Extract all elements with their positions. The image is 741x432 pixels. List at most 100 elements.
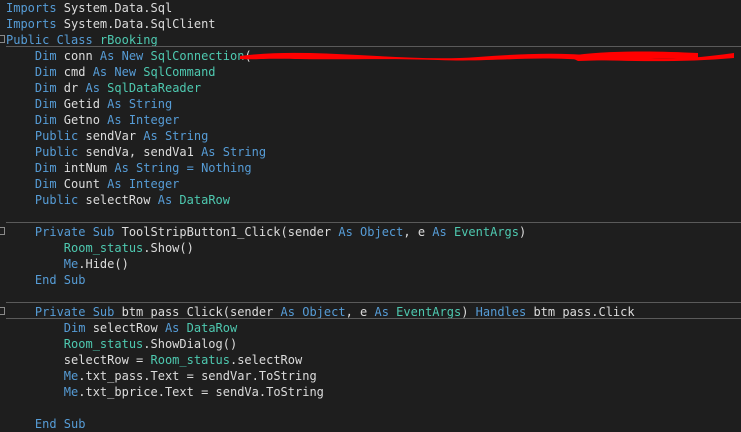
text-token: System.Data.SqlClient	[56, 17, 216, 31]
code-line[interactable]: Me.txt_pass.Text = sendVar.ToString	[0, 368, 741, 384]
code-line[interactable]	[0, 400, 741, 416]
code-line[interactable]: Room_status.ShowDialog()	[0, 336, 741, 352]
type-token: SqlCommand	[143, 65, 216, 79]
keyword-token: As	[374, 305, 397, 319]
keyword-token: Dim	[6, 97, 64, 111]
code-text: Dim selectRow As DataRow	[6, 320, 237, 336]
keyword-token: End Sub	[6, 417, 86, 431]
code-editor[interactable]: Imports System.Data.Sql Imports System.Da…	[0, 0, 741, 431]
fold-bracket-icon[interactable]	[0, 227, 5, 235]
keyword-token: Public	[6, 145, 86, 159]
fold-bracket-icon[interactable]	[0, 307, 5, 315]
code-line[interactable]: Public selectRow As DataRow	[0, 192, 741, 208]
code-text: Imports System.Data.SqlClient	[6, 16, 216, 32]
text-token: dr	[63, 81, 86, 95]
keyword-token: Public	[6, 193, 86, 207]
text-token: .Hide()	[78, 257, 129, 271]
text-token: Getno	[63, 113, 108, 127]
type-token: Room_status	[63, 241, 144, 255]
method-separator	[6, 46, 741, 47]
code-line[interactable]: Dim intNum As String = Nothing	[0, 160, 741, 176]
code-line[interactable]: Dim Getid As String	[0, 96, 741, 112]
text-token: (	[244, 49, 252, 63]
type-token: SqlConnection	[150, 49, 245, 63]
keyword-token: Me	[6, 385, 79, 399]
code-line[interactable]: Imports System.Data.SqlClient	[0, 16, 741, 32]
code-line[interactable]: Private Sub ToolStripButton1_Click(sende…	[0, 224, 741, 240]
code-line[interactable]: Dim dr As SqlDataReader	[0, 80, 741, 96]
keyword-token: As String	[107, 97, 173, 111]
code-text: Dim dr As SqlDataReader	[6, 80, 201, 96]
type-token: EventArgs	[396, 305, 462, 319]
keyword-token: As	[85, 81, 108, 95]
code-line[interactable]: Public sendVa, sendVa1 As String	[0, 144, 741, 160]
code-text: Me.txt_pass.Text = sendVar.ToString	[6, 368, 317, 384]
keyword-token: Dim	[6, 113, 64, 127]
code-text: Public selectRow As DataRow	[6, 192, 230, 208]
code-line[interactable]: Imports System.Data.Sql	[0, 0, 741, 16]
code-text: Imports System.Data.Sql	[6, 0, 172, 16]
code-text: Dim Getid As String	[6, 96, 172, 112]
code-line[interactable]: Me.txt_bprice.Text = sendVa.ToString	[0, 384, 741, 400]
text-token: , e	[403, 225, 433, 239]
type-token: DataRow	[186, 321, 238, 335]
keyword-token: Me	[6, 369, 79, 383]
text-token: .selectRow	[229, 353, 303, 367]
code-text: Me.txt_bprice.Text = sendVa.ToString	[6, 384, 324, 400]
code-text: Public sendVar As String	[6, 128, 208, 144]
keyword-token: As Object	[280, 305, 346, 319]
keyword-token: Dim	[6, 177, 64, 191]
code-line[interactable]: Public sendVar As String	[0, 128, 741, 144]
keyword-token: As	[164, 321, 187, 335]
keyword-token: Dim	[6, 65, 64, 79]
code-line[interactable]: Dim cmd As New SqlCommand	[0, 64, 741, 80]
text-token: .txt_bprice.Text = sendVa.ToString	[78, 385, 324, 399]
keyword-token: Imports	[6, 1, 57, 15]
fold-bracket-icon[interactable]	[0, 35, 5, 43]
keyword-token: Dim	[6, 321, 93, 335]
text-token: )	[461, 305, 476, 319]
code-text: Me.Hide()	[6, 256, 129, 272]
code-text: Room_status.ShowDialog()	[6, 336, 237, 352]
text-token: , e	[345, 305, 375, 319]
keyword-token: Dim	[6, 49, 64, 63]
code-text: Dim conn As New SqlConnection(	[6, 48, 252, 64]
code-text: Dim cmd As New SqlCommand	[6, 64, 216, 80]
text-token: .Show()	[143, 241, 194, 255]
code-line[interactable]: Room_status.Show()	[0, 240, 741, 256]
code-text: Dim intNum As String = Nothing	[6, 160, 252, 176]
type-token: Room_status	[150, 353, 230, 367]
code-line[interactable]: Dim selectRow As DataRow	[0, 320, 741, 336]
text-token: .ShowDialog()	[143, 337, 238, 351]
code-line[interactable]: Dim Getno As Integer	[0, 112, 741, 128]
code-line[interactable]: Dim conn As New SqlConnection(	[0, 48, 741, 64]
text-token: .txt_pass.Text = sendVar.ToString	[78, 369, 317, 383]
keyword-token: As Integer	[107, 113, 180, 127]
code-line[interactable]: Me.Hide()	[0, 256, 741, 272]
text-token: )	[519, 225, 527, 239]
type-token: EventArgs	[453, 225, 519, 239]
method-separator	[6, 222, 741, 223]
keyword-token: Private Sub	[6, 225, 122, 239]
code-text: Public sendVa, sendVa1 As String	[6, 144, 266, 160]
text-token: intNum	[63, 161, 115, 175]
text-token: sendVar	[85, 129, 144, 143]
keyword-token: Imports	[6, 17, 57, 31]
text-token: System.Data.Sql	[56, 1, 173, 15]
code-line[interactable]: End Sub	[0, 416, 741, 432]
type-token: DataRow	[179, 193, 230, 207]
type-token: SqlDataReader	[107, 81, 202, 95]
keyword-token: As New	[92, 65, 144, 79]
code-line[interactable]: selectRow = Room_status.selectRow	[0, 352, 741, 368]
keyword-token: As	[157, 193, 180, 207]
code-text: Dim Count As Integer	[6, 176, 180, 192]
keyword-token: Me	[6, 257, 79, 271]
keyword-token: As String = Nothing	[114, 161, 252, 175]
code-line[interactable]: Dim Count As Integer	[0, 176, 741, 192]
keyword-token: As	[432, 225, 454, 239]
code-line[interactable]: End Sub	[0, 272, 741, 288]
text-token: selectRow	[85, 193, 158, 207]
keyword-token: Public Class	[6, 33, 100, 47]
